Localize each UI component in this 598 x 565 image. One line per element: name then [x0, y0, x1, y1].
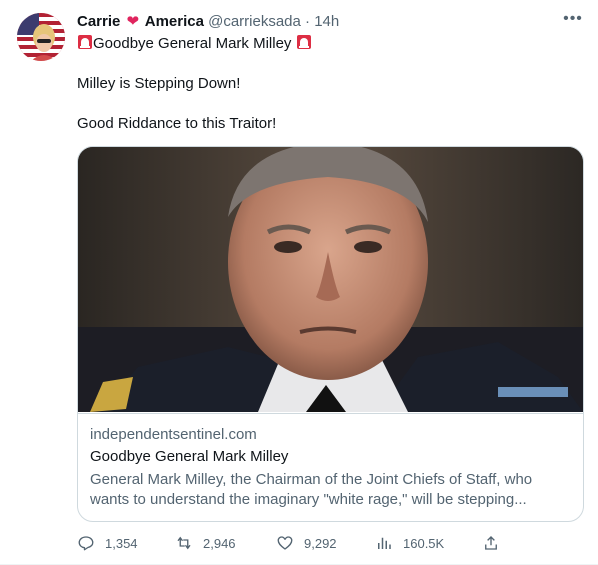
- share-icon: [485, 536, 497, 550]
- more-options-icon[interactable]: •••: [562, 11, 584, 32]
- tweet[interactable]: Carrie ❤ America @carrieksada · 14h ••• …: [0, 0, 598, 565]
- tweet-line-1: Milley is Stepping Down!: [77, 75, 241, 92]
- like-icon: [277, 536, 293, 550]
- retweet-icon: [177, 536, 191, 550]
- user-handle[interactable]: @carrieksada: [208, 13, 301, 30]
- views-button[interactable]: 160.5K: [375, 533, 444, 553]
- share-button[interactable]: [482, 533, 510, 553]
- tweet-text: Goodbye General Mark Milley Milley is St…: [77, 34, 577, 134]
- card-image[interactable]: [78, 147, 583, 412]
- card-domain: independentsentinel.com: [90, 426, 257, 443]
- tweet-actions: 1,354 2,946 9,292 160.5K: [77, 533, 517, 553]
- display-name-first: Carrie: [77, 13, 121, 30]
- retweet-count: 2,946: [203, 535, 236, 551]
- reply-button[interactable]: 1,354: [77, 533, 138, 553]
- red-heart-icon: ❤: [126, 13, 140, 30]
- tweet-line-2: Good Riddance to this Traitor!: [77, 115, 277, 132]
- views-count: 160.5K: [403, 535, 445, 551]
- rotating-light-icon: [78, 35, 92, 49]
- tweet-headline-line: Goodbye General Mark Milley: [77, 34, 577, 54]
- separator-dot: ·: [305, 13, 311, 30]
- retweet-button[interactable]: 2,946: [175, 533, 236, 553]
- card-body[interactable]: independentsentinel.com Goodbye General …: [78, 413, 583, 521]
- rotating-light-icon: [296, 35, 311, 49]
- like-button[interactable]: 9,292: [276, 533, 337, 553]
- tweet-headline: Goodbye General Mark Milley: [93, 35, 292, 52]
- tweet-header: Carrie ❤ America @carrieksada · 14h: [77, 12, 339, 32]
- display-name[interactable]: Carrie ❤ America: [77, 13, 204, 30]
- avatar[interactable]: [17, 13, 65, 61]
- card-description: General Mark Milley, the Chairman of the…: [90, 471, 533, 508]
- timestamp[interactable]: 14h: [314, 13, 339, 30]
- link-card[interactable]: independentsentinel.com Goodbye General …: [77, 146, 584, 522]
- like-count: 9,292: [304, 535, 337, 551]
- reply-icon: [78, 536, 94, 551]
- views-icon: [378, 537, 391, 549]
- display-name-second: America: [144, 13, 204, 30]
- card-title: Goodbye General Mark Milley: [90, 448, 289, 465]
- reply-count: 1,354: [105, 535, 138, 551]
